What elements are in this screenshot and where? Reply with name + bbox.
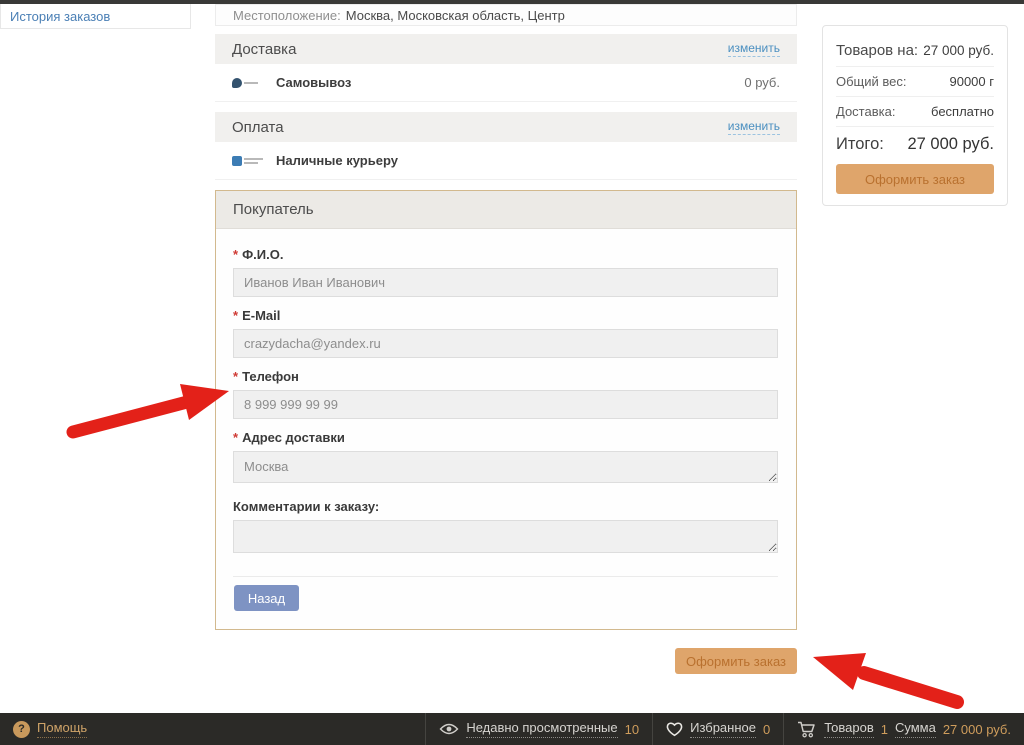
buyer-form: *Ф.И.О. *E-Mail *Телефон *Адрес доставки… — [216, 229, 796, 629]
delivery-price: 0 руб. — [744, 75, 780, 90]
delivery-method-row: Самовывоз 0 руб. — [215, 64, 797, 102]
cart-items-link[interactable]: Товаров — [824, 720, 874, 738]
summary-row-delivery: Доставка: бесплатно — [836, 97, 994, 127]
checkout-button-sidebar[interactable]: Оформить заказ — [836, 164, 994, 194]
back-button[interactable]: Назад — [234, 585, 299, 611]
payment-change-link[interactable]: изменить — [728, 119, 780, 135]
summary-delivery-value: бесплатно — [931, 104, 994, 119]
payment-title: Оплата — [232, 119, 284, 136]
field-comments: Комментарии к заказу: — [233, 499, 778, 558]
summary-items-label: Товаров на: — [836, 42, 918, 59]
summary-delivery-label: Доставка: — [836, 104, 895, 119]
footer-spacer — [100, 713, 425, 745]
summary-total-label: Итого: — [836, 135, 884, 154]
comments-label: Комментарии к заказу: — [233, 499, 778, 514]
footer-favorites[interactable]: Избранное 0 — [652, 713, 783, 745]
delivery-section-header: Доставка изменить — [215, 34, 797, 64]
delivery-title: Доставка — [232, 41, 296, 58]
heart-icon — [666, 722, 683, 737]
order-summary: Товаров на: 27 000 руб. Общий вес: 90000… — [822, 25, 1008, 206]
summary-row-total: Итого: 27 000 руб. — [836, 127, 994, 164]
location-label: Местоположение: — [233, 8, 341, 23]
footer-cart[interactable]: Товаров 1 Сумма 27 000 руб. — [783, 713, 1024, 745]
summary-row-weight: Общий вес: 90000 г — [836, 67, 994, 97]
email-input[interactable] — [233, 329, 778, 358]
cart-icon — [797, 721, 817, 738]
required-marker: * — [233, 247, 238, 262]
buyer-title: Покупатель — [233, 201, 314, 218]
address-label: *Адрес доставки — [233, 430, 778, 445]
sidebar-item-order-history[interactable]: История заказов — [10, 9, 110, 24]
main-column: Местоположение: Москва, Московская облас… — [215, 4, 797, 674]
field-email: *E-Mail — [233, 308, 778, 358]
phone-label: *Телефон — [233, 369, 778, 384]
footer-recently-viewed[interactable]: Недавно просмотренные 10 — [425, 713, 652, 745]
favorites-link[interactable]: Избранное — [690, 720, 756, 738]
recently-viewed-link[interactable]: Недавно просмотренные — [466, 720, 617, 738]
email-label: *E-Mail — [233, 308, 778, 323]
comments-textarea[interactable] — [233, 520, 778, 553]
summary-row-items: Товаров на: 27 000 руб. — [836, 35, 994, 67]
payment-method-row: Наличные курьеру — [215, 142, 797, 180]
delivery-section: Доставка изменить Самовывоз 0 руб. — [215, 34, 797, 102]
summary-items-value: 27 000 руб. — [923, 43, 994, 58]
help-icon: ? — [13, 721, 30, 738]
buyer-section: Покупатель *Ф.И.О. *E-Mail *Телефон *Адр… — [215, 190, 797, 630]
field-fullname: *Ф.И.О. — [233, 247, 778, 297]
cart-sum-link[interactable]: Сумма — [895, 720, 936, 738]
help-link[interactable]: Помощь — [37, 720, 87, 738]
sidebar-panel: История заказов — [0, 4, 191, 29]
pickup-logo-icon — [232, 76, 266, 89]
buyer-section-header: Покупатель — [216, 191, 796, 229]
cart-sum-value: 27 000 руб. — [943, 722, 1011, 737]
fullname-label: *Ф.И.О. — [233, 247, 778, 262]
field-address: *Адрес доставки Москва — [233, 430, 778, 488]
summary-weight-value: 90000 г — [949, 74, 994, 89]
required-marker: * — [233, 430, 238, 445]
phone-input[interactable] — [233, 390, 778, 419]
red-arrow-checkout-icon — [813, 653, 957, 702]
location-bar: Местоположение: Москва, Московская облас… — [215, 4, 797, 26]
red-arrow-phone-icon — [73, 384, 229, 432]
delivery-method-name: Самовывоз — [276, 75, 351, 90]
checkout-button-bottom[interactable]: Оформить заказ — [675, 648, 797, 674]
required-marker: * — [233, 369, 238, 384]
fullname-input[interactable] — [233, 268, 778, 297]
form-divider — [233, 576, 778, 577]
address-textarea[interactable]: Москва — [233, 451, 778, 483]
payment-section: Оплата изменить Наличные курьеру — [215, 112, 797, 180]
cart-items-count: 1 — [881, 722, 888, 737]
summary-total-value: 27 000 руб. — [907, 135, 994, 154]
recently-viewed-count: 10 — [625, 722, 639, 737]
payment-method-name: Наличные курьеру — [276, 153, 398, 168]
checkout-row: Оформить заказ — [215, 648, 797, 674]
cash-courier-logo-icon — [232, 154, 266, 167]
favorites-count: 0 — [763, 722, 770, 737]
summary-weight-label: Общий вес: — [836, 74, 907, 89]
delivery-change-link[interactable]: изменить — [728, 41, 780, 57]
payment-section-header: Оплата изменить — [215, 112, 797, 142]
location-value: Москва, Московская область, Центр — [346, 8, 565, 23]
required-marker: * — [233, 308, 238, 323]
footer-help[interactable]: ? Помощь — [0, 713, 100, 745]
footer-bar: ? Помощь Недавно просмотренные 10 Избран… — [0, 713, 1024, 745]
field-phone: *Телефон — [233, 369, 778, 419]
eye-icon — [439, 723, 459, 735]
